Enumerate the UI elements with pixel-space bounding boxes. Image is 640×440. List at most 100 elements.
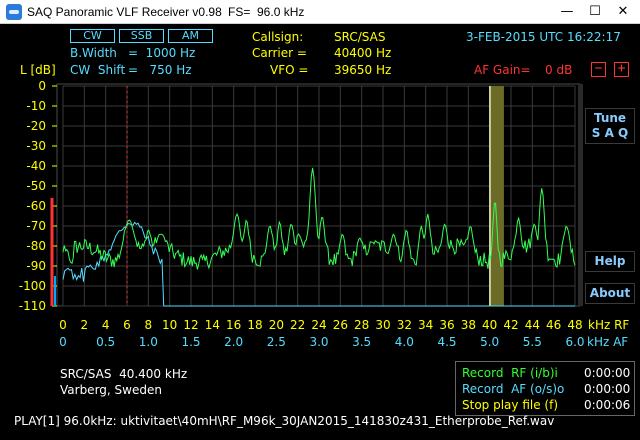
record-rf-label: Record RF (i/b)i — [462, 366, 558, 380]
af-gain-label: AF Gain= — [474, 63, 531, 77]
about-button[interactable]: About — [585, 283, 635, 304]
mode-ssb-button[interactable]: SSB — [119, 29, 164, 43]
record-af-label: Record AF (o/s)o — [462, 382, 565, 396]
utc-datetime: 3-FEB-2015 UTC 16:22:17 — [466, 30, 621, 44]
rf-tick-label: 6 — [123, 318, 131, 332]
rf-tick-label: 46 — [546, 318, 561, 332]
af-tick-label: 1.0 — [139, 335, 158, 349]
rf-tick-label: 30 — [375, 318, 390, 332]
tune-label-line1: Tune — [593, 111, 627, 125]
rf-tick-label: 40 — [482, 318, 497, 332]
sample-rate-label: FS= 96.0 kHz — [228, 5, 305, 19]
af-gain-plus-button[interactable]: + — [614, 62, 629, 77]
y-tick-label: -90 — [26, 259, 46, 273]
window-title: SAQ Panoramic VLF Receiver v0.98 — [27, 5, 222, 19]
y-tick-label: -10 — [26, 99, 46, 113]
rf-tick-label: 24 — [311, 318, 326, 332]
rf-tick-label: 18 — [247, 318, 262, 332]
carrier-value[interactable]: 40400 Hz — [334, 46, 391, 60]
rf-unit-label: kHz RF — [588, 318, 629, 332]
rf-tick-label: 22 — [290, 318, 305, 332]
cw-shift-label: CW Shift — [70, 63, 126, 77]
rf-passband — [489, 86, 504, 306]
rf-tick-label: 42 — [503, 318, 518, 332]
af-tick-label: 1.5 — [181, 335, 200, 349]
help-button[interactable]: Help — [585, 251, 635, 272]
af-tick-label: 0 — [59, 335, 67, 349]
af-tick-label: 5.5 — [523, 335, 542, 349]
tune-saq-button[interactable]: Tune S A Q — [585, 108, 635, 144]
y-tick-label: 0 — [38, 80, 46, 93]
af-tick-label: 2.5 — [267, 335, 286, 349]
af-gain-minus-button[interactable]: − — [591, 62, 606, 77]
rf-tick-label: 28 — [354, 318, 369, 332]
application-window: SAQ Panoramic VLF Receiver v0.98 FS= 96.… — [0, 0, 640, 440]
mode-cw-button[interactable]: CW — [70, 29, 115, 43]
rf-tick-label: 32 — [397, 318, 412, 332]
vfo-value: 39650 Hz — [334, 63, 392, 77]
stop-play-label: Stop play file (f) — [462, 398, 558, 412]
y-tick-label: -50 — [26, 179, 46, 193]
y-tick-label: -30 — [26, 139, 46, 153]
rf-tick-label: 34 — [418, 318, 433, 332]
cw-shift-value[interactable]: = 750 Hz — [128, 63, 192, 77]
station-frequency: SRC/SAS 40.400 kHz — [60, 367, 188, 381]
record-rf-time: 0:00:00 — [584, 366, 631, 380]
recording-panel: Record RF (i/b)i 0:00:00 Record AF (o/s)… — [455, 361, 635, 416]
y-axis-title: L [dB] — [20, 63, 56, 77]
af-gain-value: 0 dB — [545, 63, 573, 77]
y-tick-label: -110 — [19, 299, 46, 313]
mode-am-button[interactable]: AM — [168, 29, 213, 43]
rf-tick-label: 16 — [226, 318, 241, 332]
record-rf-button[interactable]: Record RF (i/b)i 0:00:00 — [462, 366, 632, 381]
station-location: Varberg, Sweden — [60, 383, 162, 397]
rf-tick-label: 26 — [333, 318, 348, 332]
title-bar[interactable]: SAQ Panoramic VLF Receiver v0.98 FS= 96.… — [0, 0, 640, 24]
record-af-time: 0:00:00 — [584, 382, 631, 396]
rf-tick-label: 20 — [269, 318, 284, 332]
maximize-button[interactable]: ☐ — [580, 1, 610, 23]
stop-play-time: 0:00:06 — [584, 398, 631, 412]
af-tick-label: 4.0 — [395, 335, 414, 349]
rf-tick-label: 38 — [461, 318, 476, 332]
y-tick-label: -60 — [26, 199, 46, 213]
rf-tick-label: 0 — [59, 318, 67, 332]
rf-tick-label: 14 — [205, 318, 220, 332]
play-status-text: PLAY[1] 96.0kHz: uktivitaet\40mH\RF_M96k… — [14, 414, 555, 428]
rf-tick-label: 36 — [439, 318, 454, 332]
af-tick-label: 2.0 — [224, 335, 243, 349]
bandwidth-label: B.Width — [70, 46, 117, 60]
close-button[interactable]: ✕ — [608, 1, 638, 23]
stop-play-button[interactable]: Stop play file (f) 0:00:06 — [462, 398, 632, 413]
bandwidth-value[interactable]: = 1000 Hz — [128, 46, 195, 60]
carrier-label: Carrier = — [252, 46, 307, 60]
y-tick-label: -80 — [26, 239, 46, 253]
app-icon — [6, 4, 22, 20]
af-tick-label: 0.5 — [96, 335, 115, 349]
af-tick-label: 3.0 — [309, 335, 328, 349]
plot-scrollbar — [578, 84, 583, 306]
af-tick-label: 6.0 — [565, 335, 584, 349]
y-tick-label: -70 — [26, 219, 46, 233]
rf-tick-label: 44 — [525, 318, 540, 332]
y-tick-label: -100 — [19, 279, 46, 293]
af-unit-label: kHz AF — [587, 335, 628, 349]
rf-tick-label: 10 — [162, 318, 177, 332]
rf-tick-label: 12 — [183, 318, 198, 332]
record-af-button[interactable]: Record AF (o/s)o 0:00:00 — [462, 382, 632, 397]
rf-tick-label: 2 — [81, 318, 89, 332]
tune-label-line2: S A Q — [591, 126, 629, 140]
af-tick-label: 5.0 — [480, 335, 499, 349]
vfo-label: VFO = — [270, 63, 309, 77]
y-tick-label: -20 — [26, 119, 46, 133]
callsign-value: SRC/SAS — [334, 30, 386, 44]
rf-tick-label: 4 — [102, 318, 110, 332]
spectrum-plot[interactable]: 0-10-20-30-40-50-60-70-80-90-100-110 024… — [0, 80, 640, 350]
af-tick-label: 3.5 — [352, 335, 371, 349]
minimize-button[interactable]: — — [552, 1, 582, 23]
af-tick-label: 4.5 — [437, 335, 456, 349]
y-tick-label: -40 — [26, 159, 46, 173]
rf-tick-label: 8 — [145, 318, 153, 332]
rf-tick-label: 48 — [567, 318, 582, 332]
callsign-label: Callsign: — [252, 30, 304, 44]
